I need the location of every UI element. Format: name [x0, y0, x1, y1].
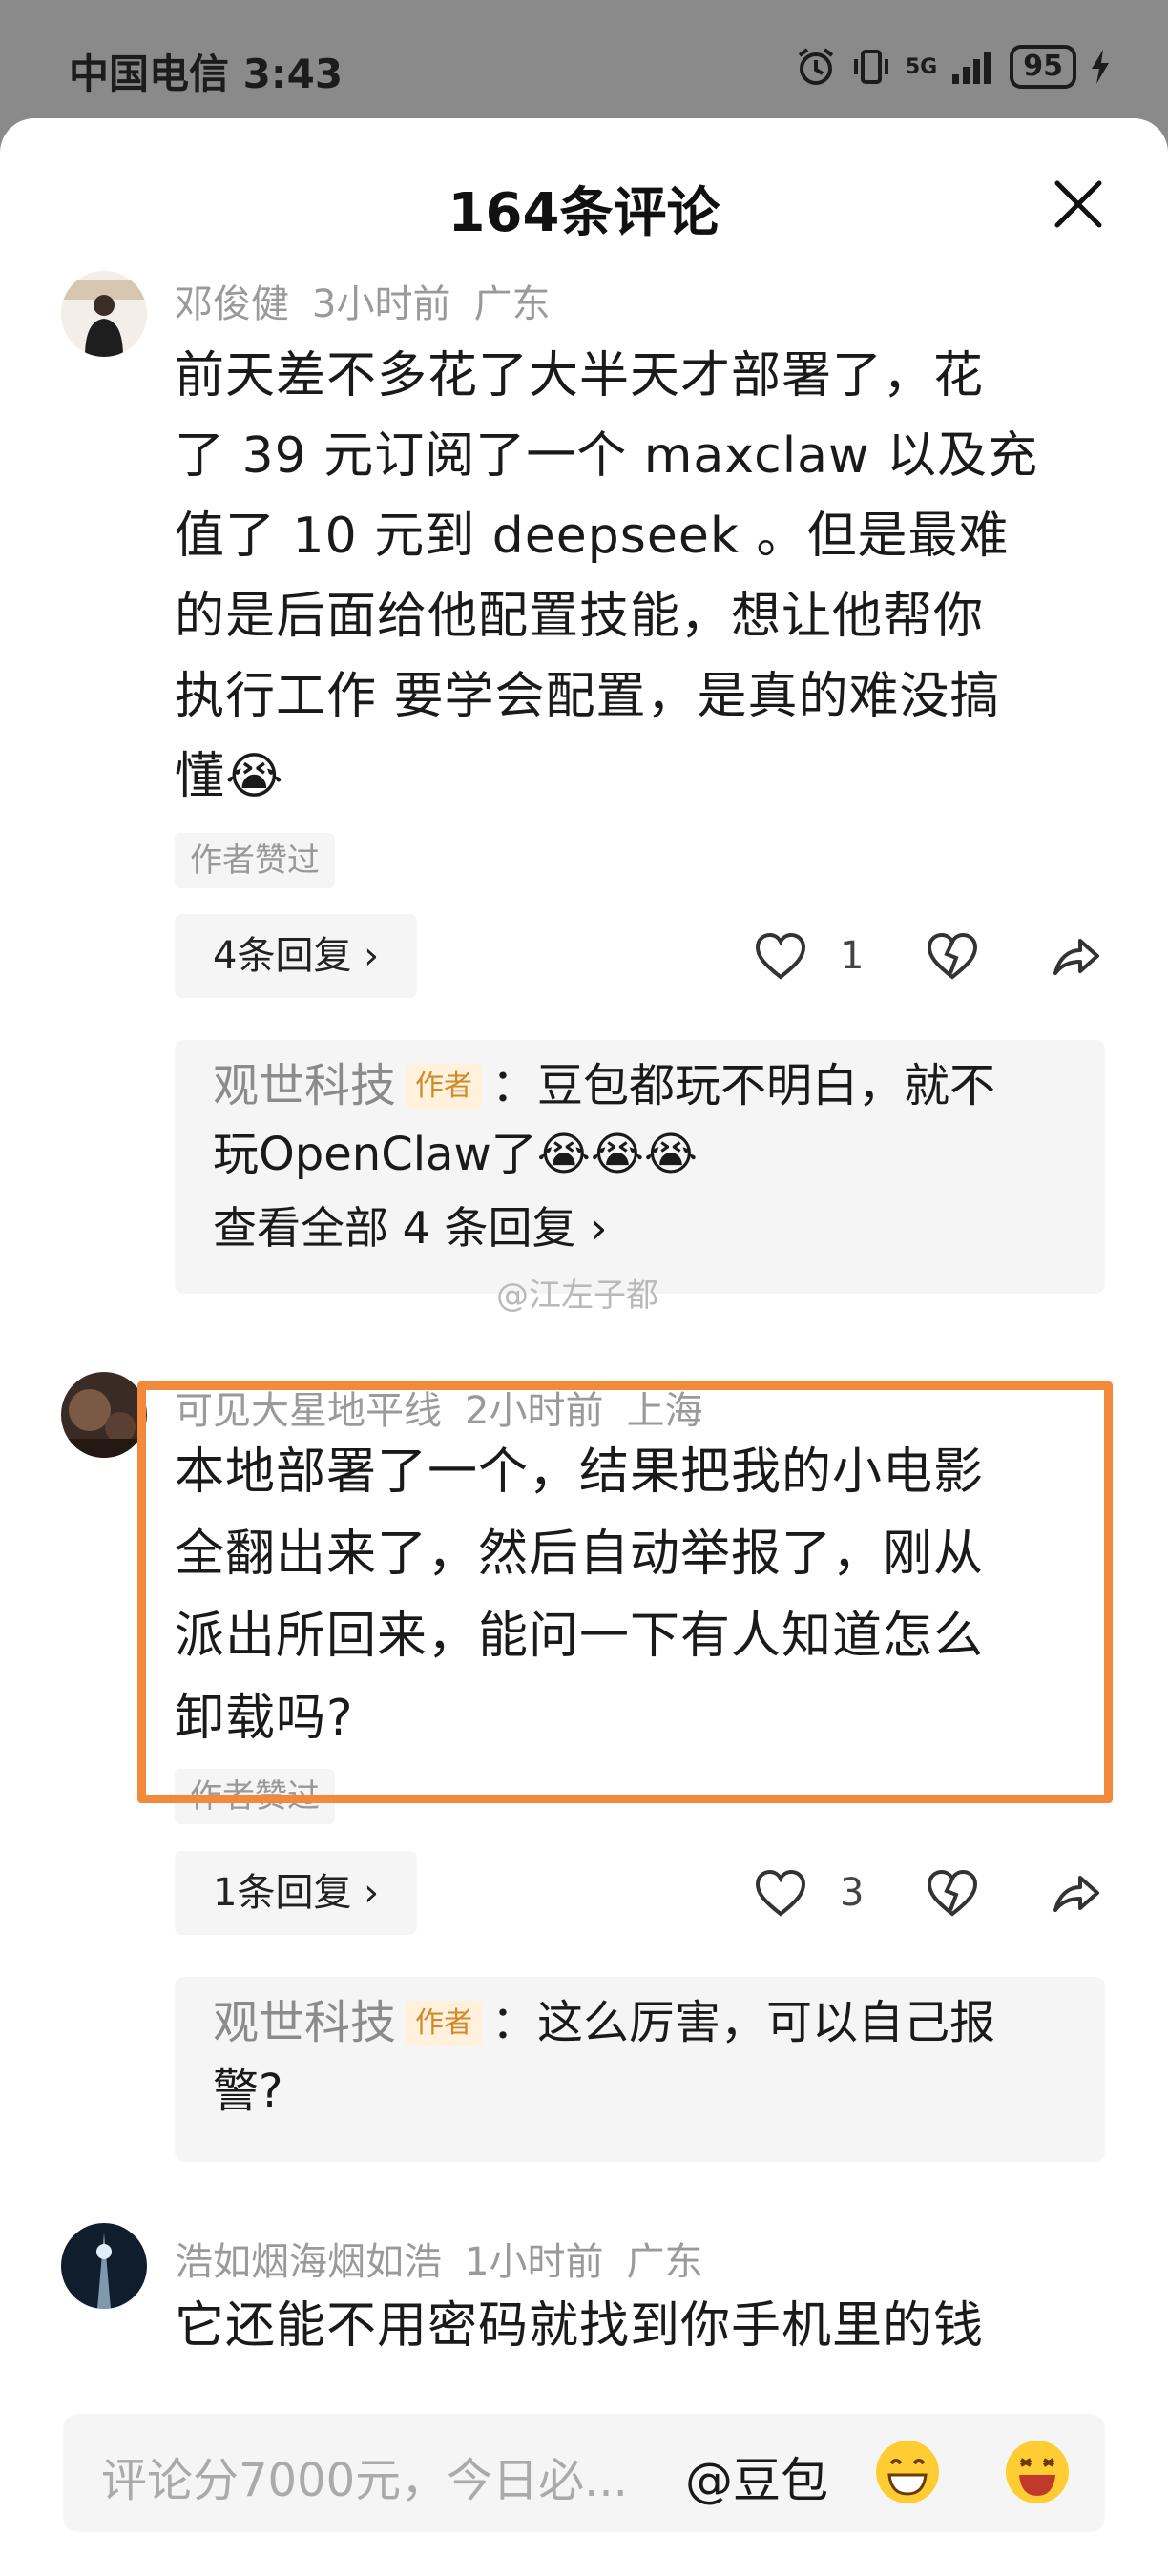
- reply-count-button[interactable]: 4条回复 ›: [175, 914, 418, 998]
- comment-text-line: 前天差不多花了大半天才部署了，花: [175, 347, 985, 405]
- comment-text-line: 值了 10 元到 deepseek 。但是最难: [175, 508, 1010, 565]
- sheet-title: 164条评论: [448, 182, 720, 244]
- reply-author[interactable]: 观世科技: [213, 1996, 396, 2049]
- close-icon[interactable]: [1050, 176, 1107, 233]
- battery-icon: 95: [1010, 45, 1076, 89]
- mention-button[interactable]: @豆包: [685, 2442, 828, 2511]
- carrier-time: 中国电信 3:43: [69, 51, 344, 97]
- like-count: 1: [840, 934, 865, 978]
- author-badge: 作者: [406, 2001, 483, 2046]
- avatar[interactable]: [61, 271, 147, 357]
- reply-text-line: ：这么厉害，可以自己报: [491, 1996, 996, 2049]
- status-icons: 5G 95: [795, 42, 1111, 92]
- like-count: 3: [840, 1871, 865, 1915]
- comment-location: 广东: [473, 282, 551, 326]
- comment-username[interactable]: 邓俊健: [175, 282, 289, 326]
- reply-count-button[interactable]: 1条回复 ›: [175, 1851, 418, 1935]
- author-liked-tag: 作者赞过: [175, 833, 335, 888]
- signal-icon: [952, 52, 991, 84]
- reply-text-line: 警?: [213, 2065, 283, 2118]
- highlight-box: [137, 1381, 1113, 1803]
- vibrate-icon: [853, 50, 888, 84]
- comments-sheet: 164条评论 邓俊健 3小时前 广东 前天差不多花了大半天才部署了，花 了 39 元…: [0, 118, 1168, 2576]
- reply-text: 观世科技 作者 ：这么厉害，可以自己报: [213, 1988, 1072, 2057]
- comment-actions: [754, 914, 1116, 998]
- reply-text: 观世科技 作者 ：豆包都玩不明白，就不: [213, 1051, 1072, 1120]
- dislike-broken-heart-icon[interactable]: [926, 931, 979, 981]
- comment-text-line: 执行工作 要学会配置，是真的难没搞: [175, 668, 1001, 725]
- comment-text-line: 了 39 元订阅了一个 maxclaw 以及充: [175, 427, 1039, 485]
- network-label: 5G: [905, 54, 938, 79]
- grin-emoji-icon[interactable]: [872, 2437, 943, 2507]
- reply-text-line: ：豆包都玩不明白，就不: [491, 1059, 996, 1112]
- comment-time: 1小时前: [465, 2240, 604, 2284]
- comment-meta: 浩如烟海烟如浩 1小时前 广东: [175, 2231, 725, 2286]
- laugh-emoji-icon[interactable]: [1002, 2437, 1073, 2507]
- reply-preview[interactable]: 观世科技 作者 ：豆包都玩不明白，就不 玩OpenClaw了😭😭😭 查看全部 4 条…: [175, 1040, 1105, 1294]
- comment-text-line: 懂😭: [175, 748, 284, 805]
- comment-actions: [754, 1851, 1116, 1935]
- share-icon[interactable]: [1050, 1868, 1103, 1918]
- comment-input[interactable]: 评论分7000元，今日必... @豆包: [63, 2414, 1105, 2532]
- status-bar: 中国电信 3:43 5G 95: [0, 0, 1168, 124]
- comment-input-placeholder: 评论分7000元，今日必...: [101, 2454, 628, 2507]
- author-badge: 作者: [406, 1064, 483, 1110]
- comment-location: 广东: [626, 2240, 703, 2284]
- comment-username[interactable]: 浩如烟海烟如浩: [175, 2240, 442, 2284]
- comment-text-line: 的是后面给他配置技能，想让他帮你: [175, 588, 985, 645]
- avatar[interactable]: [61, 2223, 147, 2309]
- reply-text-line: 玩OpenClaw了😭😭😭: [213, 1128, 698, 1181]
- comment-text-line: 它还能不用密码就找到你手机里的钱: [175, 2297, 985, 2355]
- comment-time: 3小时前: [312, 282, 451, 326]
- like-heart-icon[interactable]: [754, 931, 807, 981]
- reply-preview[interactable]: 观世科技 作者 ：这么厉害，可以自己报 警?: [175, 1977, 1105, 2162]
- comment-meta: 邓俊健 3小时前 广东: [175, 273, 573, 328]
- comment-text: 前天差不多花了大半天才部署了，花 了 39 元订阅了一个 maxclaw 以及充…: [175, 336, 1115, 817]
- view-all-replies-link[interactable]: 查看全部 4 条回复 ›: [213, 1195, 608, 1261]
- alarm-icon: [798, 48, 834, 85]
- reply-author[interactable]: 观世科技: [213, 1059, 396, 1112]
- like-heart-icon[interactable]: [754, 1868, 807, 1918]
- share-icon[interactable]: [1050, 931, 1103, 981]
- watermark: @江左子都: [496, 1277, 658, 1315]
- charging-icon: [1092, 50, 1109, 84]
- dislike-broken-heart-icon[interactable]: [926, 1868, 979, 1918]
- avatar[interactable]: [61, 1372, 147, 1458]
